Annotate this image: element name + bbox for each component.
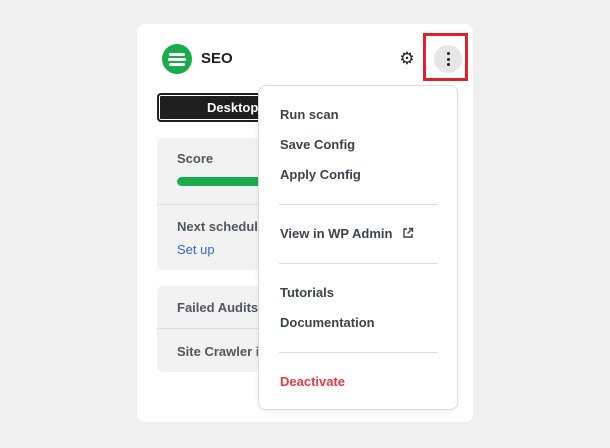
menu-divider	[279, 263, 438, 264]
menu-divider	[279, 204, 438, 205]
gear-icon[interactable]: ⚙	[397, 49, 417, 69]
external-link-icon	[403, 227, 414, 238]
menu-item-deactivate[interactable]: Deactivate	[280, 374, 345, 389]
menu-divider	[279, 352, 438, 353]
score-label: Score	[177, 151, 214, 166]
highlight-box	[423, 33, 468, 81]
failed-audits-label: Failed Audits	[177, 300, 259, 315]
setup-link[interactable]: Set up	[177, 242, 215, 257]
panel-divider	[157, 328, 267, 329]
menu-item-apply-config[interactable]: Apply Config	[280, 167, 361, 182]
next-scheduled-label: Next schedule	[177, 219, 265, 234]
audits-panel	[157, 286, 267, 372]
more-options-menu: Run scan Save Config Apply Config View i…	[258, 85, 458, 410]
desktop-toggle-button[interactable]: Desktop	[157, 93, 267, 122]
menu-item-run-scan[interactable]: Run scan	[280, 107, 339, 122]
panel-divider	[157, 204, 267, 205]
site-crawler-label: Site Crawler is	[177, 344, 265, 359]
menu-item-tutorials[interactable]: Tutorials	[280, 285, 334, 300]
menu-item-documentation[interactable]: Documentation	[280, 315, 375, 330]
menu-item-view-in-wp-admin[interactable]: View in WP Admin	[280, 226, 392, 241]
seo-logo-icon	[162, 44, 192, 74]
score-progress-bar	[177, 177, 267, 186]
widget-title: SEO	[201, 50, 233, 67]
menu-item-save-config[interactable]: Save Config	[280, 137, 355, 152]
screen: SEO ⚙ Desktop Score Next schedule Set up…	[0, 0, 610, 448]
score-progress-fill	[177, 177, 267, 186]
